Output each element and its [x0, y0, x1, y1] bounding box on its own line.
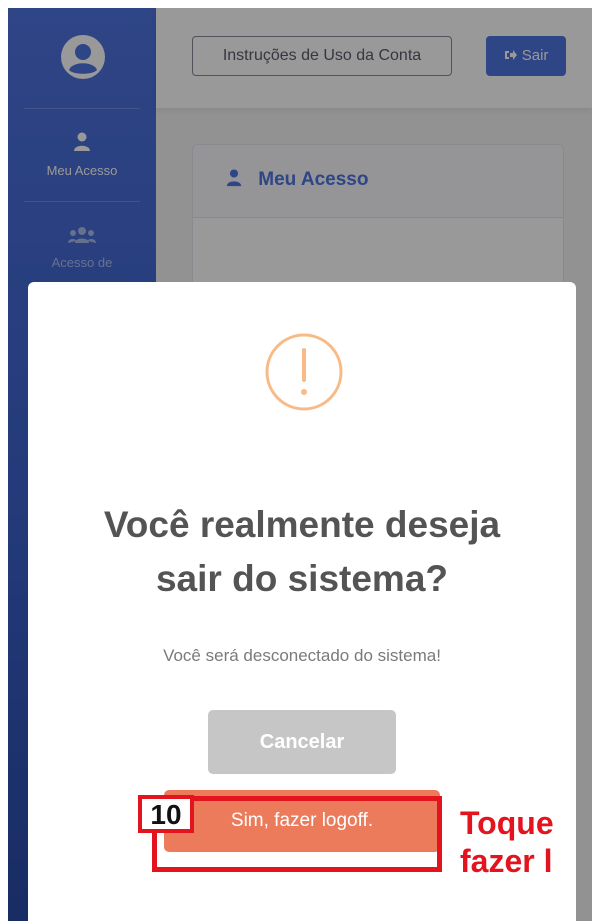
- dialog-message: Você será desconectado do sistema!: [163, 646, 441, 665]
- warning-icon: [265, 333, 343, 411]
- highlight-box: [152, 796, 442, 872]
- instruction-callout: Toque fazer l: [460, 805, 554, 879]
- dialog-title-line: Você realmente deseja: [103, 504, 501, 545]
- app-frame: Meu Acesso Acesso de Instruções de Uso d…: [8, 8, 592, 921]
- dialog-title-line: sair do sistema?: [155, 558, 448, 599]
- step-number-badge: 10: [138, 795, 194, 833]
- cancel-button[interactable]: Cancelar: [208, 710, 396, 774]
- dialog-title: Você realmente deseja sair do sistema?: [48, 498, 556, 606]
